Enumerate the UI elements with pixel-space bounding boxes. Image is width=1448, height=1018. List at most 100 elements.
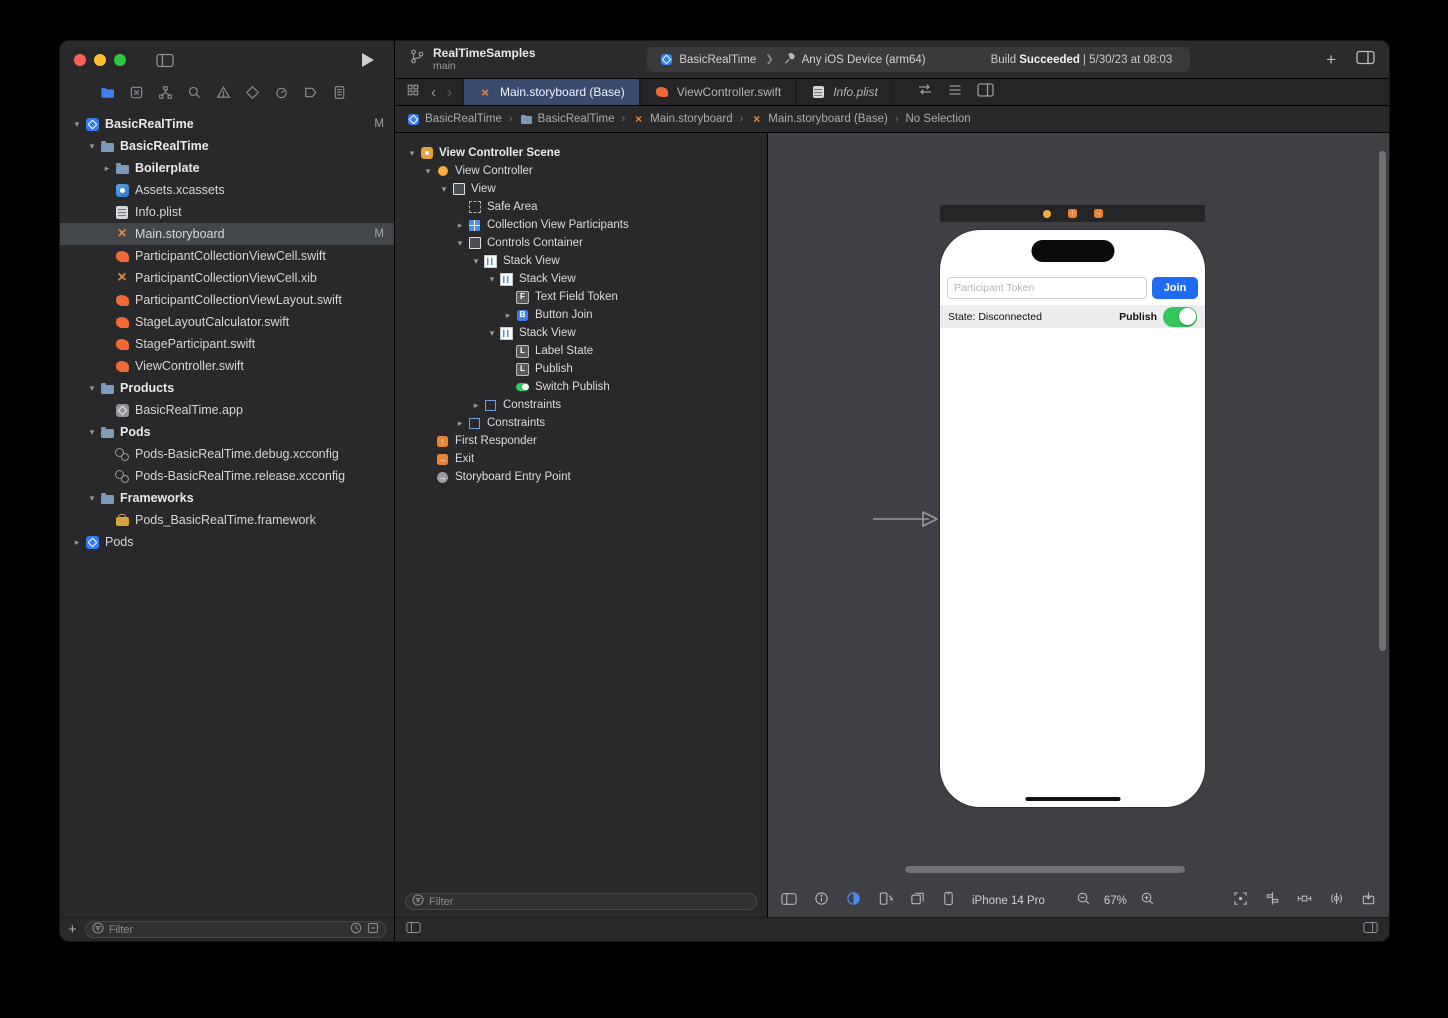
outline-item[interactable]: ▸Constraints: [395, 396, 767, 414]
navigator-file-item[interactable]: ▾Frameworks: [60, 487, 394, 509]
outline-item[interactable]: ▾Stack View: [395, 252, 767, 270]
navigator-filter-input[interactable]: [109, 924, 345, 936]
navigator-file-item[interactable]: StageLayoutCalculator.swift: [60, 311, 394, 333]
disclosure-open-icon[interactable]: ▾: [485, 274, 499, 285]
outline-filter-field[interactable]: [405, 893, 757, 910]
outline-item[interactable]: ▾View Controller: [395, 162, 767, 180]
device-name-label[interactable]: iPhone 14 Pro: [972, 895, 1045, 907]
outline-item[interactable]: ▾Stack View: [395, 270, 767, 288]
join-button[interactable]: Join: [1152, 277, 1198, 299]
recent-files-icon[interactable]: [350, 921, 362, 939]
outline-item[interactable]: ▾View: [395, 180, 767, 198]
disclosure-open-icon[interactable]: ▾: [469, 256, 483, 267]
back-icon[interactable]: ‹: [431, 85, 436, 100]
navigator-file-item[interactable]: ViewController.swift: [60, 355, 394, 377]
navigator-file-item[interactable]: ▾Products: [60, 377, 394, 399]
related-items-icon[interactable]: [406, 83, 420, 102]
editor-tab[interactable]: ViewController.swift: [640, 79, 796, 105]
find-navigator-icon[interactable]: [187, 85, 202, 100]
outline-item[interactable]: ▸BButton Join: [395, 306, 767, 324]
navigator-file-item[interactable]: ▸Boilerplate: [60, 157, 394, 179]
outline-item[interactable]: ▾View Controller Scene: [395, 144, 767, 162]
toggle-navigator-icon[interactable]: [156, 53, 174, 68]
navigator-file-item[interactable]: Info.plist: [60, 201, 394, 223]
device-info-icon[interactable]: [814, 891, 829, 911]
navigator-file-item[interactable]: ▸Pods: [60, 531, 394, 553]
outline-item[interactable]: →Storyboard Entry Point: [395, 468, 767, 486]
zoom-button[interactable]: [114, 54, 126, 66]
project-navigator-icon[interactable]: [100, 85, 115, 100]
variants-icon[interactable]: [910, 891, 925, 911]
outline-item[interactable]: ▾Stack View: [395, 324, 767, 342]
outline-item[interactable]: LPublish: [395, 360, 767, 378]
navigator-file-item[interactable]: Pods-BasicRealTime.release.xcconfig: [60, 465, 394, 487]
participant-token-field[interactable]: [947, 277, 1147, 299]
editor-tab[interactable]: ×Main.storyboard (Base): [463, 79, 640, 105]
minimize-button[interactable]: [94, 54, 106, 66]
outline-item[interactable]: ▸Collection View Participants: [395, 216, 767, 234]
align-icon[interactable]: [1265, 891, 1280, 911]
publish-switch[interactable]: [1163, 307, 1197, 327]
navigator-file-item[interactable]: ▾Pods: [60, 421, 394, 443]
embed-icon[interactable]: [1361, 891, 1376, 911]
device-icon[interactable]: [942, 891, 955, 911]
breakpoints-navigator-icon[interactable]: [303, 85, 318, 100]
outline-item[interactable]: →Exit: [395, 450, 767, 468]
navigator-filter-field[interactable]: [85, 921, 386, 938]
add-constraints-icon[interactable]: [1297, 891, 1312, 911]
disclosure-closed-icon[interactable]: ▸: [100, 163, 114, 174]
forward-icon[interactable]: ›: [447, 85, 452, 100]
issues-navigator-icon[interactable]: [216, 85, 231, 100]
disclosure-open-icon[interactable]: ▾: [85, 493, 99, 504]
navigator-file-item[interactable]: Pods_BasicRealTime.framework: [60, 509, 394, 531]
outline-item[interactable]: Switch Publish: [395, 378, 767, 396]
source-control-navigator-icon[interactable]: [129, 85, 144, 100]
code-review-icon[interactable]: [917, 83, 933, 101]
navigator-file-item[interactable]: ParticipantCollectionViewLayout.swift: [60, 289, 394, 311]
disclosure-open-icon[interactable]: ▾: [421, 166, 435, 177]
disclosure-closed-icon[interactable]: ▸: [453, 220, 467, 231]
scm-status[interactable]: RealTimeSamples main: [409, 47, 536, 73]
outline-item[interactable]: ▸Constraints: [395, 414, 767, 432]
view-controller-preview[interactable]: Join State: Disconnected Publish: [940, 230, 1205, 807]
scheme-selector[interactable]: BasicRealTime: [651, 53, 765, 66]
disclosure-open-icon[interactable]: ▾: [85, 427, 99, 438]
debug-navigator-icon[interactable]: [274, 85, 289, 100]
tests-navigator-icon[interactable]: [245, 85, 260, 100]
symbols-navigator-icon[interactable]: [158, 85, 173, 100]
scene-dock[interactable]: ↑→: [940, 205, 1205, 222]
breadcrumb-item[interactable]: BasicRealTime: [407, 113, 502, 126]
zoom-out-icon[interactable]: [1076, 891, 1091, 911]
navigator-file-item[interactable]: StageParticipant.swift: [60, 333, 394, 355]
navigator-file-item[interactable]: ParticipantCollectionViewCell.swift: [60, 245, 394, 267]
disclosure-closed-icon[interactable]: ▸: [501, 310, 515, 321]
storyboard-entry-point-arrow[interactable]: [871, 508, 943, 530]
breadcrumb-item[interactable]: No Selection: [906, 113, 971, 125]
vertical-scrollbar[interactable]: [1379, 151, 1386, 651]
disclosure-open-icon[interactable]: ▾: [70, 119, 84, 130]
breadcrumb-item[interactable]: ×Main.storyboard: [632, 113, 732, 126]
navigator-file-item[interactable]: Assets.xcassets: [60, 179, 394, 201]
source-control-filter-icon[interactable]: [367, 921, 379, 939]
navigator-file-item[interactable]: ▾BasicRealTime: [60, 135, 394, 157]
update-frames-icon[interactable]: [1233, 891, 1248, 911]
editor-options-icon[interactable]: [1356, 50, 1375, 70]
toggle-left-panel-icon[interactable]: [406, 921, 421, 939]
outline-item[interactable]: Safe Area: [395, 198, 767, 216]
disclosure-open-icon[interactable]: ▾: [453, 238, 467, 249]
outline-item[interactable]: ↑First Responder: [395, 432, 767, 450]
breadcrumb-item[interactable]: ×Main.storyboard (Base): [750, 113, 888, 126]
library-add-icon[interactable]: +: [1326, 51, 1336, 68]
disclosure-open-icon[interactable]: ▾: [85, 141, 99, 152]
zoom-in-icon[interactable]: [1140, 891, 1155, 911]
editor-tab[interactable]: Info.plist: [796, 79, 893, 105]
toggle-right-panel-icon[interactable]: [1363, 921, 1378, 939]
navigator-file-item[interactable]: ×Main.storyboardM: [60, 223, 394, 245]
destination-selector[interactable]: Any iOS Device (arm64): [774, 52, 935, 68]
orientation-icon[interactable]: [878, 891, 893, 911]
close-button[interactable]: [74, 54, 86, 66]
disclosure-closed-icon[interactable]: ▸: [469, 400, 483, 411]
activity-view[interactable]: BuildSucceeded| 5/30/23 at 08:03: [977, 54, 1187, 66]
minimap-icon[interactable]: [948, 83, 962, 101]
disclosure-closed-icon[interactable]: ▸: [70, 537, 84, 548]
